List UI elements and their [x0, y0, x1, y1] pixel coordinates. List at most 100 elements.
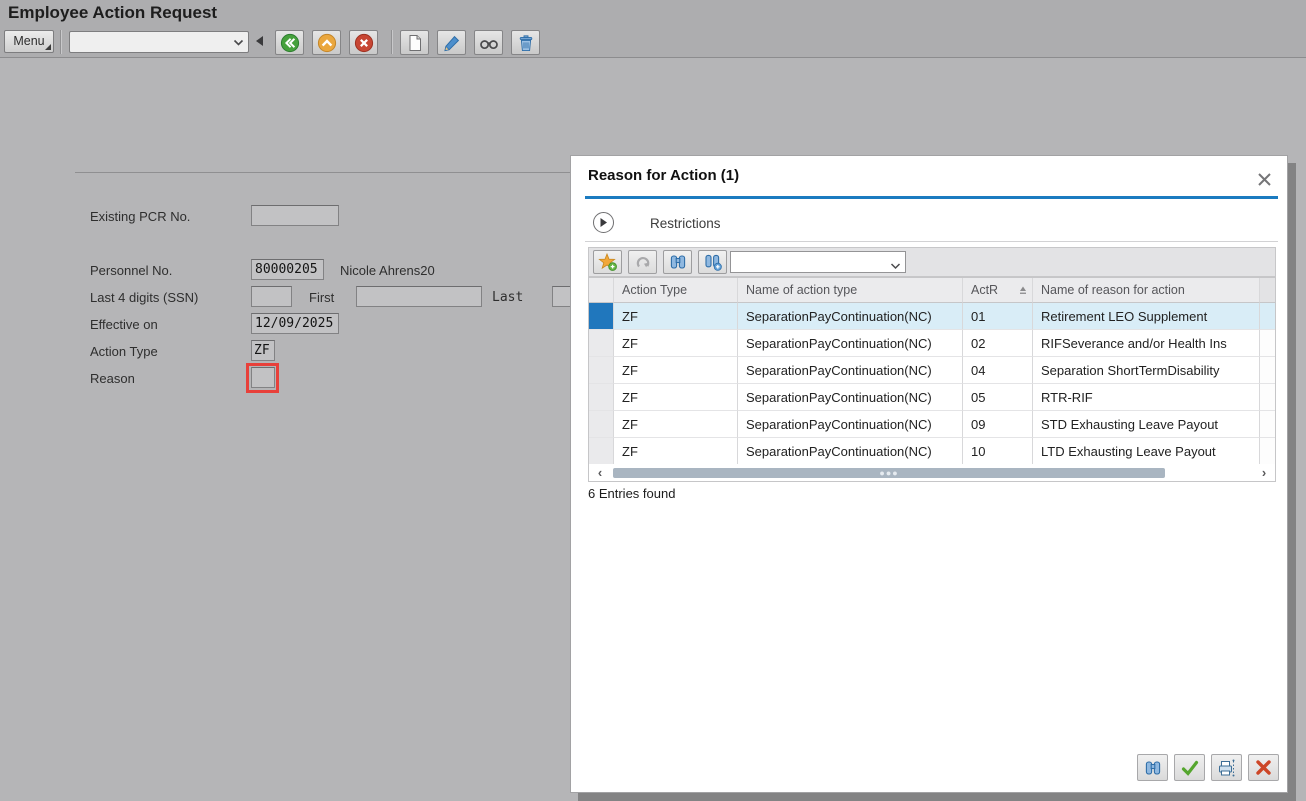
first-name-field[interactable] — [356, 286, 482, 307]
column-header-action-type[interactable]: Action Type — [614, 278, 738, 303]
dialog-find-button[interactable] — [1137, 754, 1168, 781]
exit-button[interactable] — [312, 30, 341, 55]
column-header-actr-label: ActR — [971, 283, 998, 297]
horizontal-scrollbar-track[interactable]: ●●● — [611, 467, 1253, 479]
cancel-icon — [354, 33, 374, 53]
action-type-field[interactable] — [251, 340, 275, 361]
collapse-history-button[interactable] — [253, 33, 265, 51]
cell-name-of-action-type: SeparationPayContinuation(NC) — [738, 384, 963, 411]
value-list-combobox[interactable] — [730, 251, 906, 273]
personal-list-insert-button[interactable] — [593, 250, 622, 274]
effective-on-label: Effective on — [90, 317, 158, 332]
action-type-label: Action Type — [90, 344, 158, 359]
vertical-scrollbar-track[interactable] — [1260, 411, 1275, 438]
menu-button[interactable]: Menu — [4, 30, 54, 53]
cell-actr: 10 — [963, 438, 1033, 465]
dialog-title-underline — [585, 196, 1278, 199]
delete-button[interactable] — [511, 30, 540, 55]
menu-corner-icon — [45, 44, 51, 50]
row-selector-cell[interactable] — [589, 357, 614, 384]
existing-pcr-label: Existing PCR No. — [90, 209, 190, 224]
scroll-left-arrow-icon[interactable]: ‹ — [589, 465, 611, 480]
personal-list-delete-button[interactable] — [628, 250, 657, 274]
vertical-scrollbar-track[interactable] — [1260, 357, 1275, 384]
reason-label: Reason — [90, 371, 135, 386]
table-row[interactable]: ZF SeparationPayContinuation(NC) 10 LTD … — [589, 438, 1275, 465]
dialog-title: Reason for Action (1) — [588, 167, 739, 184]
app-header: Employee Action Request Menu — [0, 0, 1306, 58]
cell-action-type: ZF — [614, 438, 738, 465]
create-button[interactable] — [400, 30, 429, 55]
dialog-print-button[interactable] — [1211, 754, 1242, 781]
table-row[interactable]: ZF SeparationPayContinuation(NC) 09 STD … — [589, 411, 1275, 438]
edit-button[interactable] — [437, 30, 466, 55]
cell-action-type: ZF — [614, 357, 738, 384]
personnel-no-field[interactable] — [251, 259, 324, 280]
toolbar-divider — [60, 30, 61, 54]
display-button[interactable] — [474, 30, 503, 55]
row-selector-cell[interactable] — [589, 384, 614, 411]
cell-actr: 04 — [963, 357, 1033, 384]
exit-icon — [317, 33, 337, 53]
edit-icon — [442, 33, 462, 53]
triangle-left-icon — [255, 35, 264, 47]
dialog-accept-button[interactable] — [1174, 754, 1205, 781]
personal-list-insert-icon — [598, 252, 618, 272]
cell-name-of-action-type: SeparationPayContinuation(NC) — [738, 411, 963, 438]
vertical-scrollbar-track[interactable] — [1260, 438, 1275, 465]
find-button[interactable] — [663, 250, 692, 274]
row-selector-cell[interactable] — [589, 303, 614, 330]
vertical-scrollbar-track[interactable] — [1260, 384, 1275, 411]
back-icon — [280, 33, 300, 53]
vertical-scrollbar-track[interactable] — [1260, 303, 1275, 330]
header-selector-cell — [589, 278, 614, 303]
restrictions-label: Restrictions — [650, 216, 721, 231]
dialog-cancel-button[interactable] — [1248, 754, 1279, 781]
table-header-row: Action Type Name of action type ActR Nam… — [589, 278, 1275, 303]
triangle-right-icon — [599, 217, 608, 228]
horizontal-scrollbar: ‹ ●●● › — [588, 464, 1276, 482]
toolbar-divider — [391, 30, 392, 54]
vertical-scrollbar-track[interactable] — [1260, 330, 1275, 357]
print-icon — [1216, 758, 1238, 778]
cancel-icon — [1254, 758, 1273, 777]
horizontal-scrollbar-thumb[interactable]: ●●● — [613, 468, 1165, 478]
cell-reason-name: STD Exhausting Leave Payout — [1033, 411, 1260, 438]
cell-reason-name: Retirement LEO Supplement — [1033, 303, 1260, 330]
column-header-actr[interactable]: ActR — [963, 278, 1033, 303]
accept-icon — [1180, 758, 1200, 778]
ssn-field[interactable] — [251, 286, 292, 307]
cell-name-of-action-type: SeparationPayContinuation(NC) — [738, 438, 963, 465]
table-row[interactable]: ZF SeparationPayContinuation(NC) 05 RTR-… — [589, 384, 1275, 411]
find-next-button[interactable] — [698, 250, 727, 274]
back-button[interactable] — [275, 30, 304, 55]
effective-on-field[interactable] — [251, 313, 339, 334]
ssn-label: Last 4 digits (SSN) — [90, 290, 198, 305]
reason-field[interactable] — [251, 367, 275, 388]
cancel-button[interactable] — [349, 30, 378, 55]
row-selector-cell[interactable] — [589, 438, 614, 465]
existing-pcr-field[interactable] — [251, 205, 339, 226]
value-help-toolbar — [588, 247, 1276, 277]
column-header-name-of-action-type[interactable]: Name of action type — [738, 278, 963, 303]
row-selector-cell[interactable] — [589, 330, 614, 357]
table-row[interactable]: ZF SeparationPayContinuation(NC) 01 Reti… — [589, 303, 1275, 330]
form-group-divider — [75, 172, 571, 173]
command-combobox[interactable] — [69, 31, 249, 53]
restrictions-expander-button[interactable] — [593, 212, 614, 233]
cell-actr: 01 — [963, 303, 1033, 330]
create-icon — [405, 33, 425, 53]
scroll-right-arrow-icon[interactable]: › — [1253, 465, 1275, 480]
table-row[interactable]: ZF SeparationPayContinuation(NC) 04 Sepa… — [589, 357, 1275, 384]
personnel-no-label: Personnel No. — [90, 263, 172, 278]
personnel-name-text: Nicole Ahrens20 — [340, 263, 435, 278]
row-selector-cell[interactable] — [589, 411, 614, 438]
sort-ascending-icon — [1019, 286, 1027, 295]
cell-reason-name: Separation ShortTermDisability — [1033, 357, 1260, 384]
dialog-close-button[interactable] — [1253, 168, 1275, 190]
display-icon — [478, 33, 500, 53]
cell-actr: 02 — [963, 330, 1033, 357]
table-row[interactable]: ZF SeparationPayContinuation(NC) 02 RIFS… — [589, 330, 1275, 357]
column-header-name-of-reason[interactable]: Name of reason for action — [1033, 278, 1260, 303]
find-next-icon — [703, 252, 723, 272]
